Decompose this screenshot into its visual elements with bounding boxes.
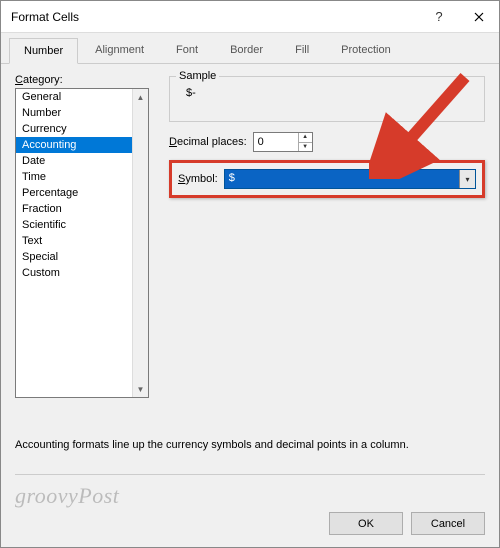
symbol-label: Symbol: <box>178 173 218 185</box>
help-button[interactable]: ? <box>419 1 459 33</box>
format-description: Accounting formats line up the currency … <box>15 439 409 451</box>
sample-group: Sample $- <box>169 76 485 122</box>
symbol-value[interactable]: $ <box>225 170 459 188</box>
close-icon <box>474 12 484 22</box>
list-item[interactable]: Currency <box>16 121 148 137</box>
ok-button[interactable]: OK <box>329 512 403 535</box>
list-item[interactable]: Scientific <box>16 217 148 233</box>
scroll-up-icon[interactable]: ▲ <box>133 89 148 105</box>
decimal-places-spinner[interactable]: ▲ ▼ <box>253 132 313 152</box>
category-listbox[interactable]: General Number Currency Accounting Date … <box>15 88 149 398</box>
list-item[interactable]: Number <box>16 105 148 121</box>
list-item[interactable]: Fraction <box>16 201 148 217</box>
spinner-down-icon[interactable]: ▼ <box>298 143 312 152</box>
list-item[interactable]: Percentage <box>16 185 148 201</box>
settings-column: Sample $- Decimal places: ▲ ▼ Symbol: <box>169 74 485 398</box>
close-button[interactable] <box>459 1 499 33</box>
symbol-combobox[interactable]: $ ▾ <box>224 169 476 189</box>
tab-strip: Number Alignment Font Border Fill Protec… <box>1 33 499 64</box>
scroll-down-icon[interactable]: ▼ <box>133 381 148 397</box>
category-label: Category: <box>15 74 153 86</box>
list-item[interactable]: Special <box>16 249 148 265</box>
divider <box>15 474 485 475</box>
decimal-places-input[interactable] <box>254 133 298 151</box>
combo-dropdown-button[interactable]: ▾ <box>459 170 475 188</box>
list-item[interactable]: Custom <box>16 265 148 281</box>
listbox-scrollbar[interactable]: ▲ ▼ <box>132 89 148 397</box>
tab-alignment[interactable]: Alignment <box>80 37 159 63</box>
tab-border[interactable]: Border <box>215 37 278 63</box>
sample-value: $- <box>186 87 476 99</box>
tab-font[interactable]: Font <box>161 37 213 63</box>
window-title: Format Cells <box>11 10 419 24</box>
dialog-buttons: OK Cancel <box>329 512 485 535</box>
tab-number[interactable]: Number <box>9 38 78 64</box>
decimal-places-row: Decimal places: ▲ ▼ <box>169 132 485 152</box>
format-cells-dialog: Format Cells ? Number Alignment Font Bor… <box>0 0 500 548</box>
watermark: groovyPost <box>15 483 119 509</box>
sample-label: Sample <box>176 70 219 82</box>
tab-protection[interactable]: Protection <box>326 37 406 63</box>
category-column: Category: General Number Currency Accoun… <box>15 74 153 398</box>
list-item[interactable]: General <box>16 89 148 105</box>
decimal-places-label: Decimal places: <box>169 136 247 148</box>
symbol-row: Symbol: $ ▾ <box>178 169 476 189</box>
list-item[interactable]: Date <box>16 153 148 169</box>
symbol-highlight-box: Symbol: $ ▾ <box>169 160 485 198</box>
tab-fill[interactable]: Fill <box>280 37 324 63</box>
spinner-up-icon[interactable]: ▲ <box>298 133 312 143</box>
list-item[interactable]: Text <box>16 233 148 249</box>
list-item-selected[interactable]: Accounting <box>16 137 148 153</box>
titlebar: Format Cells ? <box>1 1 499 33</box>
cancel-button[interactable]: Cancel <box>411 512 485 535</box>
list-item[interactable]: Time <box>16 169 148 185</box>
chevron-down-icon: ▾ <box>465 175 469 184</box>
dialog-body: Category: General Number Currency Accoun… <box>1 64 499 408</box>
